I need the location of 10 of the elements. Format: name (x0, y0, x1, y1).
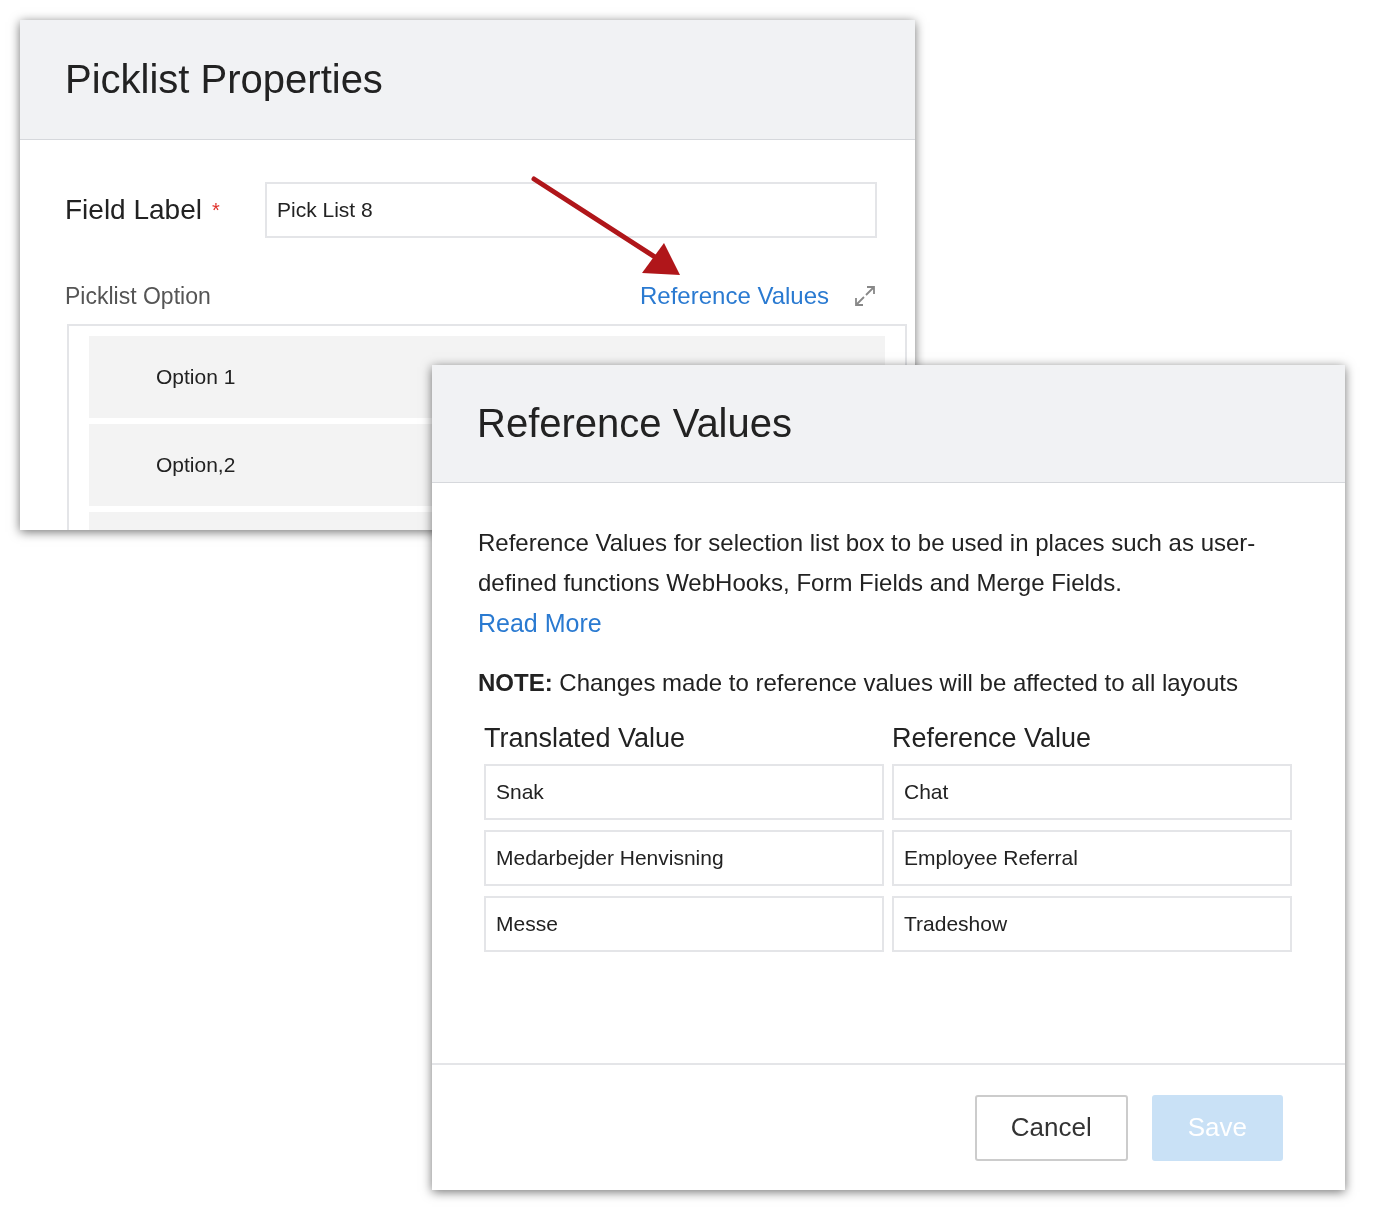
option-text: Option,2 (156, 453, 236, 477)
option-text: Option 1 (156, 365, 236, 389)
section-label: Picklist Option (65, 282, 211, 310)
column-header: Reference Value (892, 723, 1093, 754)
required-mark: * (212, 198, 220, 222)
description-text: Reference Values for selection list box to be used in places such as user-defined functions WebHooks, Form Fields and Merge Fields. (478, 528, 1257, 598)
field-label: Field Label (65, 194, 202, 226)
dialog-title: Picklist Properties (65, 57, 383, 102)
note-text: NOTE: Changes made to reference values will be affected to all layouts (478, 668, 1238, 698)
column-header: Translated Value (484, 723, 687, 754)
